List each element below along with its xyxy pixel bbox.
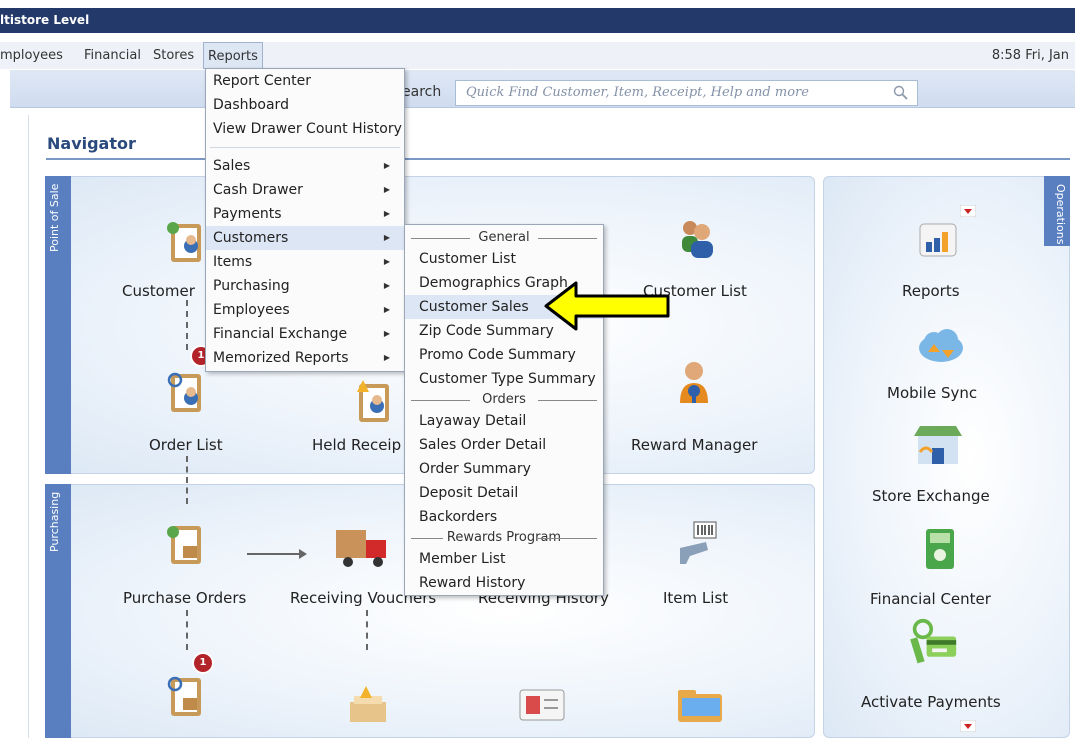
item-list-label[interactable]: Item List <box>663 589 728 607</box>
menu-bar: mployees Financial Stores Reports 8:58 F… <box>0 42 1075 69</box>
purchase-clipboard-icon[interactable] <box>165 672 209 720</box>
menu-employees[interactable]: mployees <box>0 42 63 69</box>
held-receipts-label[interactable]: Held Receip <box>312 436 402 454</box>
menu-item-financial-exchange[interactable]: Financial Exchange ▶ <box>206 322 404 346</box>
navigator-divider <box>46 158 1070 160</box>
held-receipts-icon[interactable] <box>353 378 397 426</box>
menu-item-label: Sales <box>213 158 251 174</box>
reward-manager-icon[interactable] <box>674 357 718 405</box>
menu-item-view-drawer-count-history[interactable]: View Drawer Count History <box>206 117 404 141</box>
mobile-sync-cloud-icon[interactable] <box>916 322 966 370</box>
menu-item-customer-type-summary[interactable]: Customer Type Summary <box>405 367 603 391</box>
menu-item-member-list[interactable]: Member List <box>405 547 603 571</box>
menu-item-label: Customers <box>213 230 289 246</box>
menu-item-order-summary[interactable]: Order Summary <box>405 457 603 481</box>
tab-purchasing[interactable]: Purchasing <box>45 484 71 738</box>
menu-item-report-center[interactable]: Report Center <box>206 69 404 93</box>
menu-item-deposit-detail[interactable]: Deposit Detail <box>405 481 603 505</box>
submenu-arrow-icon: ▶ <box>383 329 390 338</box>
submenu-arrow-icon: ▶ <box>383 209 390 218</box>
menu-item-employees[interactable]: Employees ▶ <box>206 298 404 322</box>
submenu-arrow-icon: ▶ <box>383 257 390 266</box>
store-exchange-label[interactable]: Store Exchange <box>872 487 990 505</box>
menu-item-promo-code-summary[interactable]: Promo Code Summary <box>405 343 603 367</box>
submenu-arrow-icon: ▶ <box>383 305 390 314</box>
search-placeholder: Quick Find Customer, Item, Receipt, Help… <box>466 85 809 100</box>
flow-connector <box>186 300 188 350</box>
menu-item-label: Purchasing <box>213 278 290 294</box>
flow-connector <box>186 456 188 504</box>
menu-separator <box>210 147 400 148</box>
menu-item-layaway-detail[interactable]: Layaway Detail <box>405 409 603 433</box>
submenu-arrow-icon: ▶ <box>383 233 390 242</box>
financial-center-icon[interactable] <box>918 525 962 573</box>
navigator-title: Navigator <box>47 134 136 153</box>
menu-reports[interactable]: Reports <box>203 42 263 69</box>
menu-item-payments[interactable]: Payments ▶ <box>206 202 404 226</box>
flow-connector <box>366 610 368 650</box>
menu-item-customer-list[interactable]: Customer List <box>405 247 603 271</box>
reports-menu: Report Center Dashboard View Drawer Coun… <box>205 68 405 372</box>
menu-item-reward-history[interactable]: Reward History <box>405 571 603 595</box>
submenu-arrow-icon: ▶ <box>383 161 390 170</box>
dropdown-red-icon[interactable] <box>960 720 976 732</box>
menu-item-label: Employees <box>213 302 290 318</box>
menu-item-dashboard[interactable]: Dashboard <box>206 93 404 117</box>
search-input[interactable]: Quick Find Customer, Item, Receipt, Help… <box>455 80 918 106</box>
folder-icon[interactable] <box>674 680 726 728</box>
order-list-icon[interactable] <box>165 368 209 416</box>
submenu-arrow-icon: ▶ <box>383 281 390 290</box>
menu-item-backorders[interactable]: Backorders <box>405 505 603 529</box>
store-exchange-icon[interactable] <box>912 422 964 470</box>
purchase-orders-icon[interactable] <box>165 520 209 568</box>
group-header-orders: Orders <box>405 391 603 409</box>
activate-payments-icon[interactable] <box>906 618 962 666</box>
menu-item-cash-drawer[interactable]: Cash Drawer ▶ <box>206 178 404 202</box>
menu-stores[interactable]: Stores <box>153 42 194 69</box>
window-title: ltistore Level <box>0 8 1075 33</box>
purchase-badge: 1 <box>192 652 214 674</box>
title-bar-area: ltistore Level <box>0 0 1075 33</box>
item-list-scanner-icon[interactable] <box>676 518 720 566</box>
financial-center-label[interactable]: Financial Center <box>870 590 991 608</box>
reward-manager-label[interactable]: Reward Manager <box>631 436 757 454</box>
menu-item-sales-order-detail[interactable]: Sales Order Detail <box>405 433 603 457</box>
reports-chart-icon[interactable] <box>916 216 960 264</box>
clock: 8:58 Fri, Jan <box>991 48 1069 63</box>
menu-item-purchasing[interactable]: Purchasing ▶ <box>206 274 404 298</box>
menu-item-label: Payments <box>213 206 282 222</box>
tab-point-of-sale[interactable]: Point of Sale <box>45 176 71 474</box>
menu-item-sales[interactable]: Sales ▶ <box>206 154 404 178</box>
menu-item-label: Memorized Reports <box>213 350 349 366</box>
purchase-orders-label[interactable]: Purchase Orders <box>123 589 246 607</box>
activate-payments-label[interactable]: Activate Payments <box>861 693 1001 711</box>
highlight-arrow-icon <box>544 281 670 331</box>
group-header-rewards-program: Rewards Program <box>405 529 603 547</box>
submenu-arrow-icon: ▶ <box>383 353 390 362</box>
tab-operations[interactable]: Operations <box>1044 176 1070 246</box>
search-icon[interactable] <box>893 85 909 101</box>
menu-item-items[interactable]: Items ▶ <box>206 250 404 274</box>
group-header-general: General <box>405 229 603 247</box>
reports-label[interactable]: Reports <box>902 282 960 300</box>
menu-item-label: Items <box>213 254 253 270</box>
customer-label[interactable]: Customer <box>122 282 202 300</box>
held-box-icon[interactable] <box>346 680 390 728</box>
submenu-arrow-icon: ▶ <box>383 185 390 194</box>
mobile-sync-label[interactable]: Mobile Sync <box>887 384 977 402</box>
search-label: earch <box>402 84 442 100</box>
flow-connector <box>186 610 188 650</box>
menu-item-customers[interactable]: Customers ▶ <box>206 226 404 250</box>
menu-item-label: Cash Drawer <box>213 182 303 198</box>
id-card-icon[interactable] <box>516 680 568 728</box>
menu-item-label: Financial Exchange <box>213 326 348 342</box>
receiving-vouchers-truck-icon[interactable] <box>334 520 394 568</box>
dropdown-red-icon[interactable] <box>960 205 976 217</box>
flow-arrow-icon <box>247 549 307 559</box>
menu-item-memorized-reports[interactable]: Memorized Reports ▶ <box>206 346 404 370</box>
customer-list-icon[interactable] <box>676 212 720 260</box>
customer-clipboard-icon[interactable] <box>165 218 209 266</box>
menu-financial[interactable]: Financial <box>84 42 141 69</box>
order-list-label[interactable]: Order List <box>149 436 223 454</box>
